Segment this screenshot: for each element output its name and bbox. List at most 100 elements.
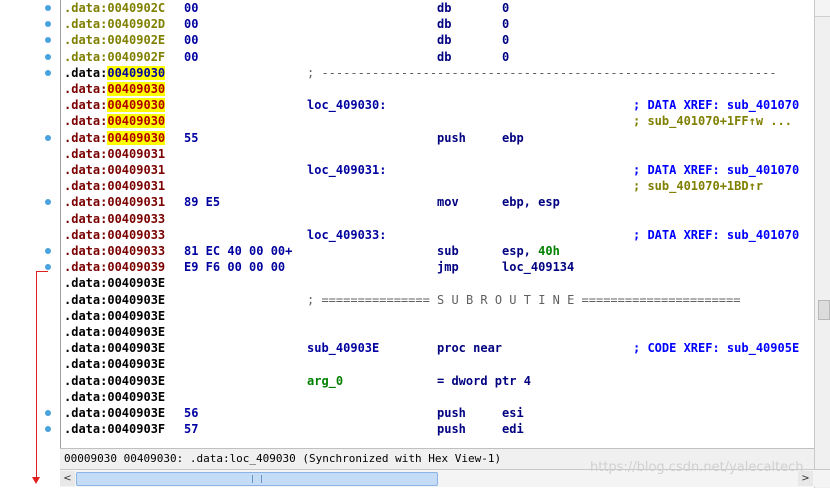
xref-comment[interactable]: ; sub_401070+1FF↑w ... (633, 113, 792, 129)
vertical-scrollbar[interactable] (814, 0, 830, 488)
segment-prefix: .data: (64, 309, 108, 323)
listing-row[interactable]: .data:0040903E (61, 324, 815, 340)
listing-row[interactable]: .data:0040902E 00 db 0 (61, 32, 815, 48)
scroll-up-button[interactable] (815, 0, 830, 17)
segment-prefix: .data: (64, 341, 108, 355)
mnemonic: mov (437, 195, 459, 209)
listing-row[interactable]: .data:00409031 loc_409031: ; DATA XREF: su… (61, 162, 815, 178)
scroll-left-button[interactable]: < (60, 471, 75, 486)
segment-prefix: .data: (64, 163, 108, 177)
breakpoint-dot-icon[interactable] (45, 70, 51, 76)
operand-text: 0 (502, 50, 510, 64)
segment-prefix: .data: (64, 98, 108, 112)
xref-comment[interactable]: ; DATA XREF: sub_401070 (633, 227, 799, 243)
operands[interactable]: esp, 40h (502, 243, 560, 259)
listing-row[interactable]: .data:00409031 ; sub_401070+1BD↑r (61, 178, 815, 194)
operand-text: 0 (502, 17, 510, 31)
listing-row[interactable]: .data:0040903E (61, 389, 815, 405)
listing-row[interactable]: .data:0040903F 57 push edi (61, 421, 815, 437)
listing-row[interactable]: .data:00409031 (61, 146, 815, 162)
operands[interactable]: 0 (502, 32, 509, 48)
breakpoint-dot-icon[interactable] (45, 135, 51, 141)
listing-row[interactable]: .data:00409030 ; ------------------------… (61, 65, 815, 81)
address-value: 00409031 (107, 147, 166, 161)
address-value: 00409033 (107, 212, 166, 226)
address-value: 0040903E (107, 357, 166, 371)
address: .data:00409039 (64, 259, 165, 275)
horizontal-scroll-thumb[interactable] (76, 472, 438, 486)
breakpoint-dot-icon[interactable] (45, 54, 51, 60)
listing-row[interactable]: .data:00409031 89 E5 mov ebp, esp (61, 194, 815, 210)
arrow-gutter (0, 0, 60, 488)
listing-row[interactable]: .data:00409039 E9 F6 00 00 00 jmp loc_40913… (61, 259, 815, 275)
mnemonic: db (437, 50, 452, 64)
segment-prefix: .data: (64, 147, 108, 161)
operands[interactable]: ebp, esp (502, 194, 560, 210)
address-value: 0040903F (107, 422, 166, 436)
listing-row[interactable]: .data:00409033 loc_409033: ; DATA XREF: su… (61, 227, 815, 243)
breakpoint-dot-icon[interactable] (45, 199, 51, 205)
segment-prefix: .data: (64, 390, 108, 404)
listing-row[interactable]: .data:0040902D 00 db 0 (61, 16, 815, 32)
xref-comment[interactable]: ; DATA XREF: sub_401070 (633, 97, 799, 113)
operands[interactable]: 0 (502, 49, 509, 65)
listing-row[interactable]: .data:0040903E 56 push esi (61, 405, 815, 421)
operands[interactable]: edi (502, 421, 524, 437)
argument-name: arg_0 (307, 374, 344, 388)
listing-row[interactable]: .data:0040903E (61, 356, 815, 372)
code-label[interactable]: loc_409031: (307, 162, 386, 178)
address-value: 0040903E (107, 390, 166, 404)
xref-comment[interactable]: ; sub_401070+1BD↑r (633, 178, 763, 194)
operands[interactable]: 0 (502, 16, 509, 32)
breakpoint-dot-icon[interactable] (45, 426, 51, 432)
xref-comment[interactable]: ; CODE XREF: sub_40905E (633, 340, 799, 356)
operands[interactable]: esi (502, 405, 524, 421)
address: .data:0040903E (64, 275, 165, 291)
mnemonic: push (437, 406, 466, 420)
breakpoint-dot-icon[interactable] (45, 5, 51, 11)
breakpoint-dot-icon[interactable] (45, 248, 51, 254)
breakpoint-dot-icon[interactable] (45, 410, 51, 416)
segment-prefix: .data: (64, 422, 108, 436)
breakpoint-dot-icon[interactable] (45, 37, 51, 43)
listing-row[interactable]: .data:00409033 (61, 211, 815, 227)
vertical-scroll-thumb[interactable] (818, 300, 830, 320)
address: .data:00409031 (64, 194, 165, 210)
code-label[interactable]: loc_409033: (307, 227, 386, 243)
listing-row[interactable]: .data:0040903E sub_40903E proc near ; CODE … (61, 340, 815, 356)
xref-comment[interactable]: ; DATA XREF: sub_401070 (633, 162, 799, 178)
address: .data:00409030 (64, 81, 166, 97)
listing-row[interactable]: .data:0040902F 00 db 0 (61, 49, 815, 65)
listing-row[interactable]: .data:00409030 55 push ebp (61, 130, 815, 146)
scroll-grip-icon (252, 475, 262, 483)
opcode-bytes: 57 (184, 422, 199, 436)
operands[interactable]: loc_409134 (502, 259, 574, 275)
listing-row[interactable]: .data:00409030 loc_409030: ; DATA XREF: su… (61, 97, 815, 113)
address-value: 0040903E (107, 309, 166, 323)
breakpoint-dot-icon[interactable] (45, 21, 51, 27)
code-label[interactable]: loc_409030: (307, 97, 386, 113)
segment-prefix: .data: (64, 357, 108, 371)
listing-row[interactable]: .data:0040903E arg_0 = dword ptr 4 (61, 373, 815, 389)
listing-row[interactable]: .data:00409030 ; sub_401070+1FF↑w ... (61, 113, 815, 129)
segment-prefix: .data: (64, 131, 108, 145)
listing-row[interactable]: .data:0040903E (61, 275, 815, 291)
segment-prefix: .data: (64, 244, 108, 258)
disassembly-listing[interactable]: .data:0040902C 00 db 0 .data:0040902D 00 db 0 .d… (60, 0, 815, 448)
breakpoint-dot-icon[interactable] (45, 264, 51, 270)
code-label[interactable]: sub_40903E (307, 340, 379, 356)
listing-row[interactable]: .data:00409030 (61, 81, 815, 97)
watermark: https://blog.csdn.net/yalecaltech (590, 460, 804, 475)
address-value: 00409030 (107, 114, 166, 128)
jump-arrow-head-icon (32, 477, 40, 484)
listing-row[interactable]: .data:0040903E ; =============== S U B R … (61, 292, 815, 308)
listing-row[interactable]: .data:0040903E (61, 308, 815, 324)
listing-row[interactable]: .data:0040902C 00 db 0 (61, 0, 815, 16)
segment-prefix: .data: (64, 406, 108, 420)
operands[interactable]: ebp (502, 130, 524, 146)
address: .data:0040903E (64, 389, 165, 405)
listing-row[interactable]: .data:00409033 81 EC 40 00 00+ sub esp, 40h (61, 243, 815, 259)
address-value: 0040902E (107, 33, 166, 47)
operands[interactable]: 0 (502, 0, 509, 16)
mnemonic: db (437, 1, 452, 15)
